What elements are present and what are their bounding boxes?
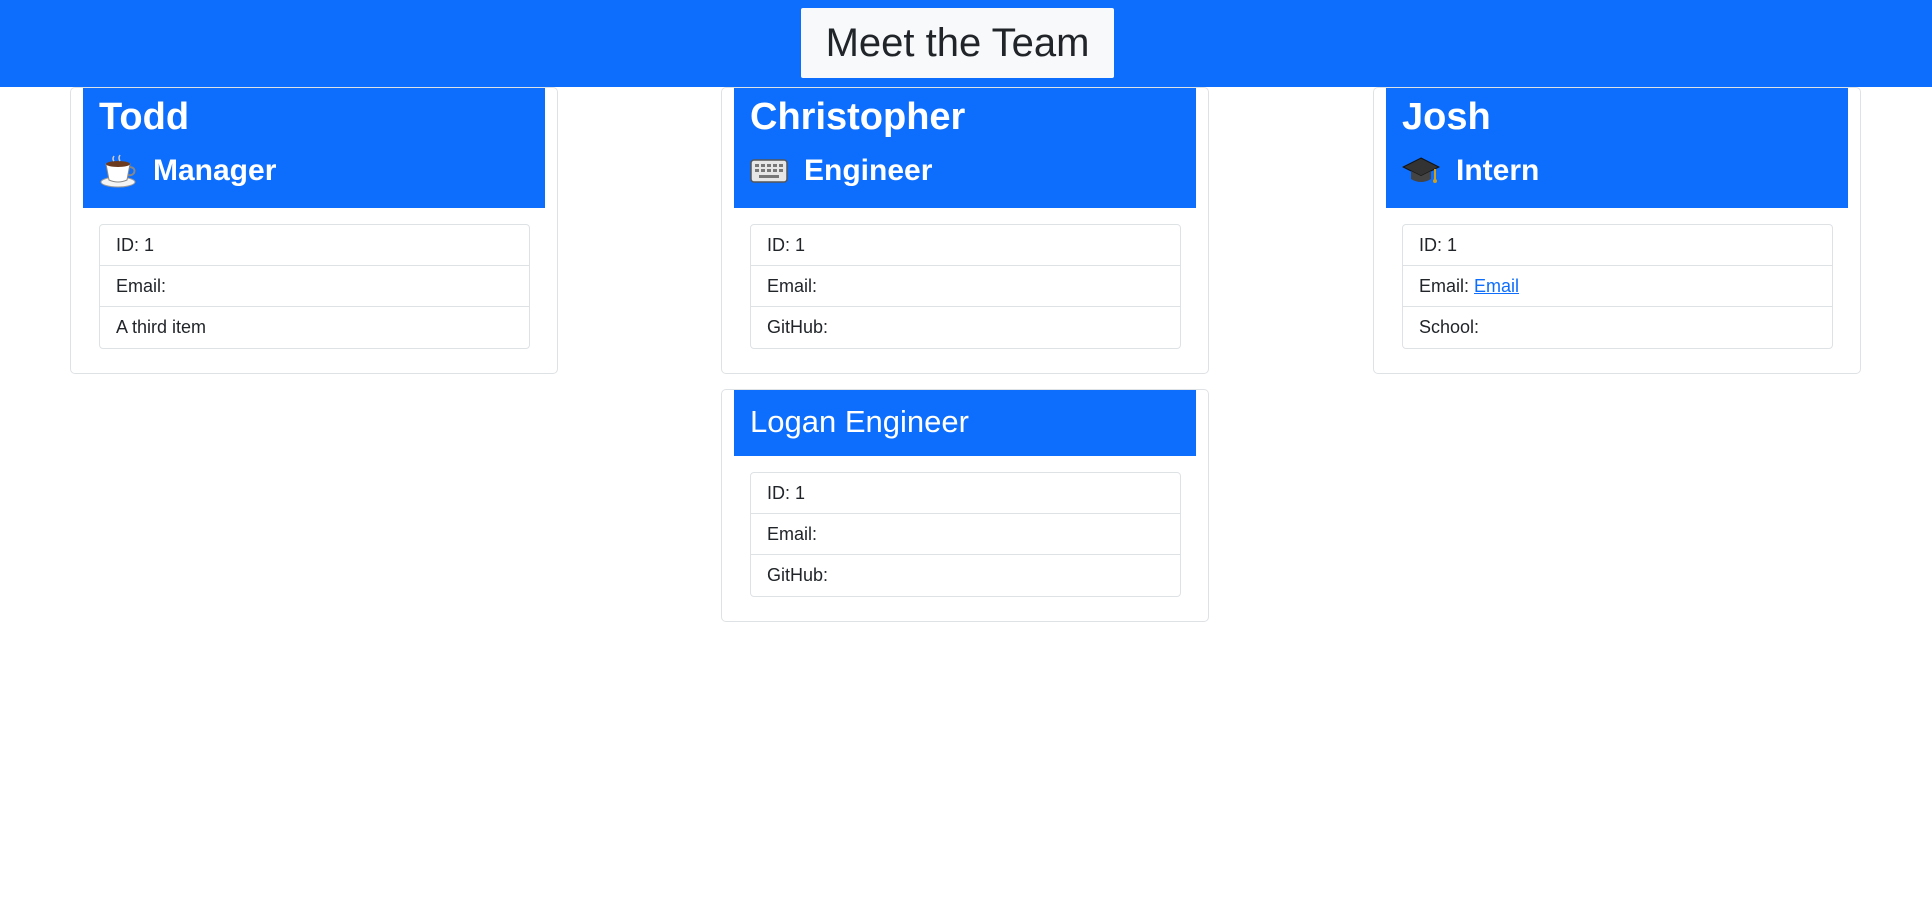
employee-details-list: ID: 1 Email: GitHub:	[750, 224, 1181, 349]
list-item-school: School:	[1419, 317, 1480, 337]
employee-role: Manager	[99, 154, 276, 188]
employee-name: Josh	[1402, 96, 1491, 138]
team-card-todd: Todd Manager ID: 1 Email: A third item	[70, 87, 558, 374]
card-header: Todd Manager	[83, 88, 545, 208]
employee-role-label: Engineer	[804, 154, 933, 187]
team-card-logan: Logan Engineer ID: 1 Email: GitHub:	[721, 389, 1209, 622]
keyboard-icon	[750, 154, 788, 188]
employee-name: Logan Engineer	[750, 404, 969, 439]
list-item-email: Email:	[751, 266, 1180, 307]
card-header: Christopher Engineer	[734, 88, 1196, 208]
employee-role-label: Intern	[1456, 154, 1540, 187]
list-item-extra: A third item	[116, 317, 207, 337]
list-item-github: GitHub:	[767, 565, 829, 585]
list-item-id: ID: 1	[100, 225, 529, 266]
card-header: Logan Engineer	[734, 390, 1196, 456]
employee-details-list: ID: 1 Email: GitHub:	[750, 472, 1181, 597]
employee-role: Intern	[1401, 154, 1540, 188]
list-item-id: ID: 1	[751, 225, 1180, 266]
card-header: Josh Intern	[1386, 88, 1848, 208]
employee-name: Todd	[99, 96, 190, 138]
team-card-christopher: Christopher Engineer ID: 1 Email: GitHub…	[721, 87, 1209, 374]
list-item-github: GitHub:	[767, 317, 829, 337]
email-label: Email:	[1419, 275, 1470, 296]
list-item-email: Email: Email	[1403, 266, 1832, 307]
team-card-josh: Josh Intern ID: 1 Email: Email School:	[1373, 87, 1861, 374]
employee-details-list: ID: 1 Email: Email School:	[1402, 224, 1833, 349]
employee-name: Christopher	[750, 96, 966, 138]
employee-role: Engineer	[750, 154, 932, 188]
graduation-cap-icon	[1401, 154, 1441, 188]
coffee-cup-icon	[99, 154, 137, 188]
list-item-id: ID: 1	[751, 473, 1180, 514]
email-link[interactable]: Email	[1474, 276, 1519, 297]
page-title: Meet the Team	[801, 8, 1114, 78]
list-item-email: Email:	[751, 514, 1180, 555]
employee-role-label: Manager	[153, 154, 277, 187]
list-item-email: Email:	[100, 266, 529, 307]
list-item-id: ID: 1	[1403, 225, 1832, 266]
employee-details-list: ID: 1 Email: A third item	[99, 224, 530, 349]
